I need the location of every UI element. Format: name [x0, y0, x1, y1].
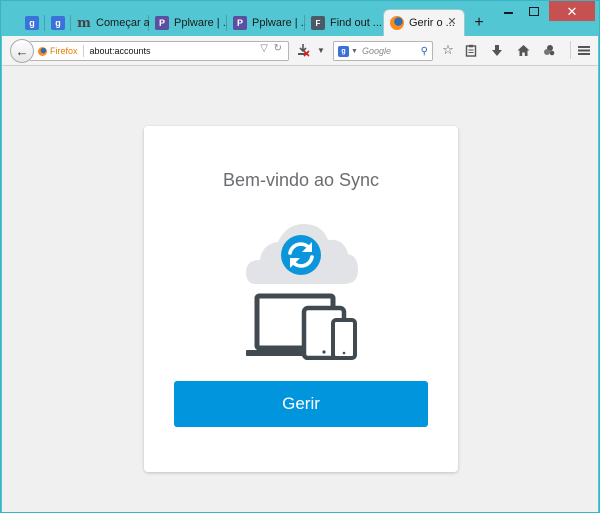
pplware-icon: P: [233, 16, 247, 30]
star-icon: ☆: [442, 42, 454, 57]
firefox-icon: [390, 16, 404, 30]
tab-label: Pplware | ...: [174, 17, 227, 29]
sync-card: Bem-vindo ao Sync Gerir: [144, 126, 458, 472]
tab-gerir-active[interactable]: Gerir o ... ✕: [383, 9, 465, 36]
tab-label: Começar a...: [96, 17, 149, 29]
back-button[interactable]: ←: [10, 39, 34, 63]
arrow-left-icon: ←: [15, 43, 29, 59]
browser-window: g g m Começar a... P Pplware | ... P Ppl…: [0, 0, 600, 513]
google-g-icon[interactable]: g: [338, 45, 349, 57]
refresh-icon: [281, 235, 321, 275]
menu-button[interactable]: [570, 41, 593, 59]
page-title: Bem-vindo ao Sync: [222, 170, 380, 190]
bookmarks-menu-button[interactable]: [462, 41, 480, 59]
tab-strip: g g m Começar a... P Pplware | ... P Ppl…: [1, 1, 541, 36]
close-icon: ✕: [566, 3, 578, 19]
tab-pplware-1[interactable]: P Pplware | ...: [149, 11, 227, 35]
chevron-down-icon: ▼: [317, 45, 325, 55]
home-icon: [517, 44, 529, 56]
google-g-icon: g: [25, 16, 39, 30]
home-button[interactable]: [514, 41, 532, 59]
hamburger-menu-icon: [578, 45, 590, 55]
tab-find-out[interactable]: F Find out ...: [305, 11, 383, 35]
page-icon: F: [311, 16, 325, 30]
phone-icon: [331, 318, 357, 360]
url-bar[interactable]: Firefox about:accounts ▽ ↻: [30, 41, 289, 61]
page-content: Bem-vindo ao Sync Gerir: [2, 66, 598, 512]
search-go-icon[interactable]: ⚲: [421, 46, 428, 57]
maximize-button[interactable]: [521, 1, 547, 21]
m-icon: m: [77, 15, 91, 31]
identity-label: Firefox: [50, 46, 78, 56]
divider: [82, 45, 84, 57]
search-bar[interactable]: g ▼ Google ⚲: [333, 41, 433, 61]
history-dropdown-icon[interactable]: ▽: [260, 43, 268, 54]
minimize-button[interactable]: [495, 1, 521, 21]
tab-pinned-google-2[interactable]: g: [45, 11, 71, 35]
minimize-icon: [503, 12, 513, 14]
site-identity[interactable]: Firefox: [30, 45, 84, 57]
search-input[interactable]: Google: [362, 46, 421, 56]
download-blocked-button[interactable]: [294, 41, 312, 59]
sync-devices-illustration: [246, 224, 358, 360]
tab-label: Find out ...: [330, 17, 382, 29]
manage-button[interactable]: Gerir: [174, 381, 428, 427]
clipboard-icon: [465, 44, 477, 57]
url-text[interactable]: about:accounts: [90, 46, 151, 56]
download-arrow-icon: [492, 44, 502, 56]
tab-pinned-google-1[interactable]: g: [19, 11, 45, 35]
tab-comecar[interactable]: m Começar a...: [71, 11, 149, 35]
sync-account-button[interactable]: [540, 41, 558, 59]
download-menu-dropdown[interactable]: ▼: [312, 41, 330, 59]
close-window-button[interactable]: ✕: [549, 1, 595, 21]
chevron-down-icon[interactable]: ▼: [351, 48, 358, 55]
tab-pplware-2[interactable]: P Pplware | ...: [227, 11, 305, 35]
bookmark-star-button[interactable]: ☆: [439, 41, 457, 59]
sync-icon: [543, 44, 554, 55]
pplware-icon: P: [155, 16, 169, 30]
close-tab-icon[interactable]: ✕: [446, 16, 458, 28]
download-blocked-icon: [298, 44, 310, 57]
maximize-icon: [529, 6, 539, 16]
navigation-toolbar: Firefox about:accounts ▽ ↻ ← ▼ g ▼ Googl…: [2, 36, 598, 66]
firefox-icon: [38, 46, 47, 56]
new-tab-button[interactable]: +: [471, 15, 487, 31]
reload-icon[interactable]: ↻: [274, 43, 282, 54]
downloads-button[interactable]: [488, 41, 506, 59]
google-g-icon: g: [51, 16, 65, 30]
tab-label: Pplware | ...: [252, 17, 305, 29]
